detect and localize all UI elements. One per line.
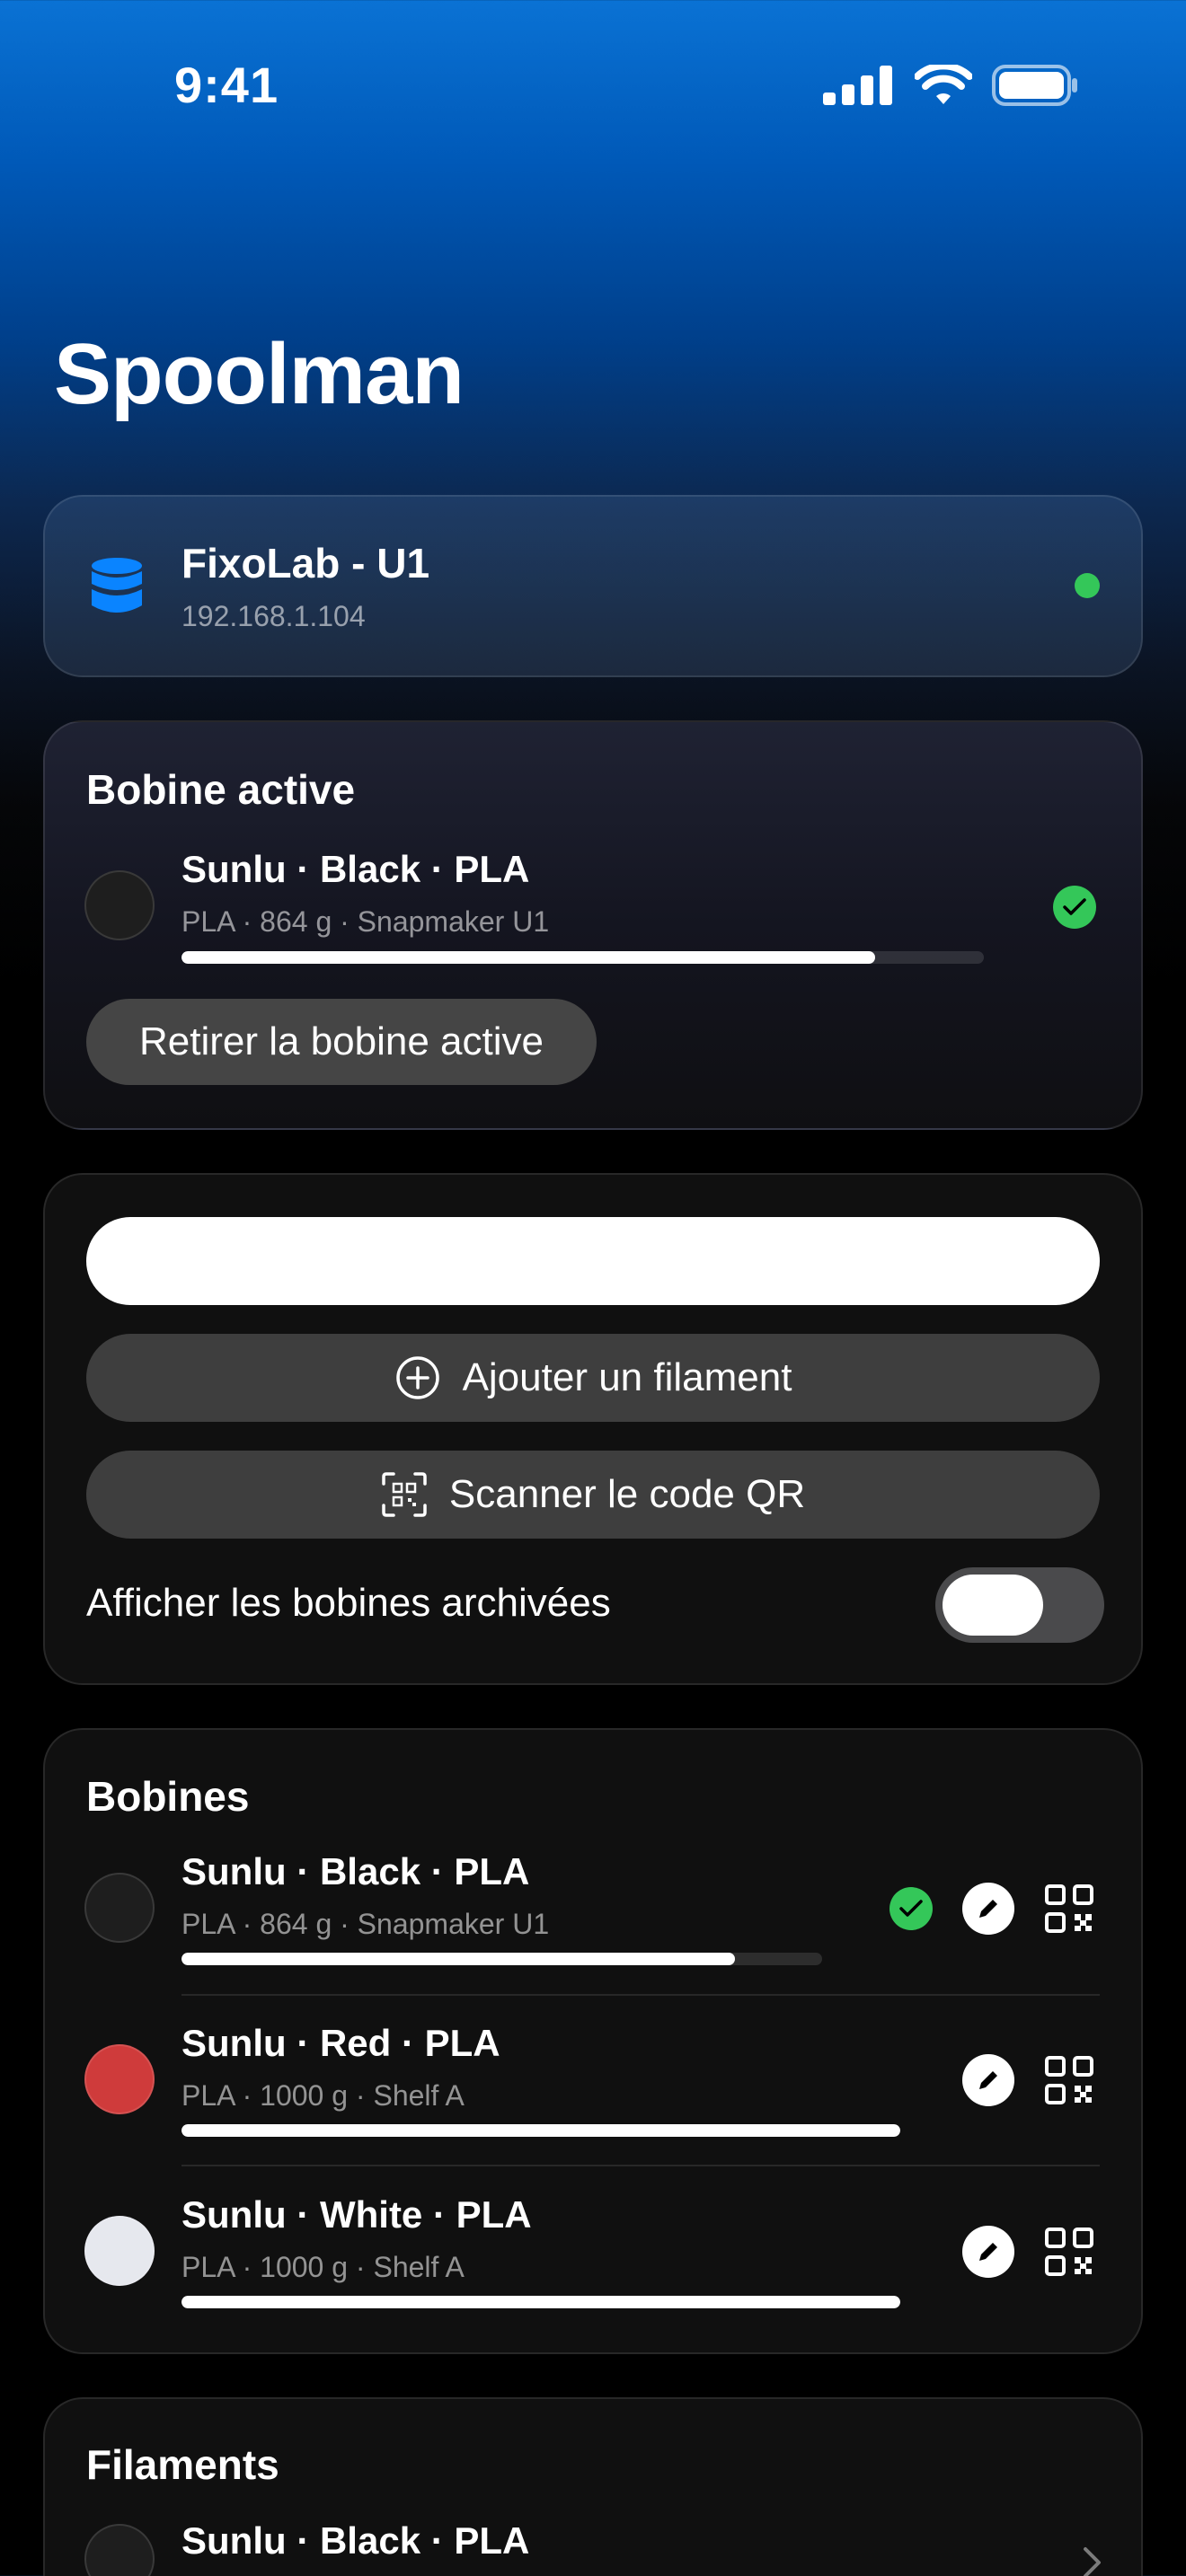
- connection-status-dot: [1075, 573, 1100, 598]
- spool-meta: PLA · 864 g · Snapmaker U1: [181, 1908, 550, 1940]
- pencil-icon: [979, 2071, 997, 2089]
- server-name: FixoLab - U1: [181, 540, 430, 587]
- active-check-icon: [890, 1887, 933, 1930]
- active-spool-name: Sunlu · Black · PLA: [181, 848, 530, 890]
- active-spool-progress: [181, 951, 984, 964]
- plus-circle-icon: [395, 1356, 439, 1399]
- search-input[interactable]: [86, 1217, 1100, 1305]
- spool-meta: PLA · 1000 g · Shelf A: [181, 2079, 465, 2112]
- toggle-knob: [943, 1575, 1043, 1636]
- active-spool-meta: PLA · 864 g · Snapmaker U1: [181, 905, 550, 938]
- show-archived-label: Afficher les bobines archivées: [86, 1581, 611, 1625]
- database-icon: [92, 558, 142, 613]
- status-bar: 9:41: [0, 0, 1186, 171]
- spool-name[interactable]: Sunlu · Black · PLA: [181, 1850, 529, 1893]
- show-archived-toggle[interactable]: [935, 1567, 1104, 1643]
- server-address: 192.168.1.104: [181, 600, 366, 632]
- active-spool-progress-fill: [181, 951, 875, 964]
- cellular-signal-icon: [823, 66, 892, 105]
- spool-progress-fill: [181, 1953, 736, 1965]
- active-spool-color-swatch: [84, 870, 155, 940]
- wifi-icon: [915, 65, 972, 104]
- spool-color-swatch: [84, 1873, 155, 1943]
- active-check-icon: [1053, 886, 1096, 929]
- status-icons: [823, 65, 1078, 106]
- add-filament-label: Ajouter un filament: [462, 1355, 792, 1399]
- spool-progress: [181, 2296, 900, 2308]
- spool-progress-fill: [181, 2296, 900, 2308]
- edit-spool-button[interactable]: [962, 1883, 1014, 1935]
- battery-icon: [992, 65, 1077, 106]
- status-time: 9:41: [174, 57, 279, 113]
- filaments-title: Filaments: [86, 2441, 279, 2488]
- spool-meta: PLA · 1000 g · Shelf A: [181, 2251, 465, 2283]
- row-divider: [181, 2165, 1100, 2166]
- qr-code-icon[interactable]: [1045, 2056, 1093, 2104]
- pencil-icon: [979, 2243, 997, 2261]
- scan-qr-label: Scanner le code QR: [448, 1472, 806, 1516]
- remove-active-spool-button[interactable]: Retirer la bobine active: [86, 999, 597, 1085]
- qr-code-icon[interactable]: [1045, 2228, 1093, 2276]
- spool-name[interactable]: Sunlu · White · PLA: [181, 2193, 532, 2236]
- edit-spool-button[interactable]: [962, 2054, 1014, 2106]
- spools-title: Bobines: [86, 1773, 250, 1820]
- spool-progress: [181, 2124, 900, 2137]
- spool-color-swatch: [84, 2044, 155, 2114]
- spool-progress-fill: [181, 2124, 900, 2137]
- spool-progress: [181, 1953, 822, 1965]
- spool-name[interactable]: Sunlu · Red · PLA: [181, 2022, 500, 2065]
- page-title: Spoolman: [54, 326, 465, 422]
- qr-scan-icon: [382, 1472, 427, 1517]
- filament-name[interactable]: Sunlu · Black · PLA: [181, 2519, 529, 2563]
- row-divider: [181, 1994, 1100, 1996]
- active-spool-title: Bobine active: [86, 766, 356, 813]
- qr-code-icon[interactable]: [1045, 1884, 1093, 1933]
- spool-color-swatch: [84, 2216, 155, 2286]
- add-filament-button[interactable]: Ajouter un filament: [86, 1334, 1100, 1422]
- pencil-icon: [979, 1900, 997, 1918]
- scan-qr-button[interactable]: Scanner le code QR: [86, 1451, 1100, 1539]
- chevron-right-icon[interactable]: [1082, 2546, 1103, 2576]
- edit-spool-button[interactable]: [962, 2226, 1014, 2278]
